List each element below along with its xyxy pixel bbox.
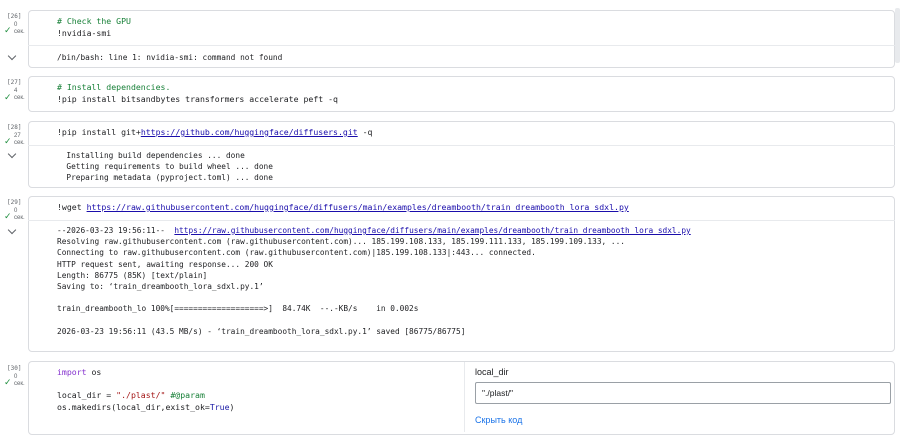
run-duration: 0 сек. [14, 374, 25, 387]
keyword: True [209, 401, 230, 412]
code-line: !nvidia-smi [57, 27, 112, 38]
success-check-icon: ✓ [4, 136, 12, 146]
collapse-output-chevron-icon[interactable] [7, 149, 17, 159]
code-editor[interactable]: # Install dependencies. !pip install bit… [57, 82, 338, 105]
hide-code-link[interactable]: Скрыть код [475, 415, 522, 425]
code-text: !pip install git+ [57, 127, 141, 137]
scrollbar[interactable] [895, 8, 900, 63]
code-text: local_dir = [57, 390, 117, 400]
exec-count: [27] [7, 79, 22, 86]
collapse-output-chevron-icon[interactable] [7, 51, 17, 61]
output-link[interactable]: https://raw.githubusercontent.com/huggin… [174, 226, 690, 235]
success-check-icon: ✓ [4, 92, 12, 102]
script-link[interactable]: https://raw.githubusercontent.com/huggin… [87, 202, 629, 212]
output-divider [28, 45, 895, 46]
code-line: !pip install bitsandbytes transformers a… [57, 93, 338, 104]
exec-count: [29] [7, 199, 22, 206]
collapse-output-chevron-icon[interactable] [7, 225, 17, 235]
code-line: # Check the GPU [57, 16, 131, 26]
form-field-label: local_dir [475, 367, 509, 377]
comment: #@param [165, 390, 205, 400]
run-duration: 0 сек. [14, 208, 25, 221]
code-editor[interactable]: # Check the GPU !nvidia-smi [57, 16, 131, 39]
code-editor[interactable]: !wget https://raw.githubusercontent.com/… [57, 202, 629, 214]
form-separator [464, 362, 465, 432]
local-dir-input[interactable] [475, 382, 891, 404]
code-editor[interactable]: !pip install git+https://github.com/hugg… [57, 127, 373, 139]
cell-output: Installing build dependencies ... done G… [57, 151, 273, 183]
exec-count: [26] [7, 13, 22, 20]
output-divider [28, 145, 895, 146]
success-check-icon: ✓ [4, 25, 12, 35]
success-check-icon: ✓ [4, 211, 12, 221]
run-duration: 4 сек. [14, 88, 25, 101]
code-text: os [86, 367, 102, 377]
code-text: !wget [57, 202, 87, 212]
run-duration: 0 сек. [14, 22, 25, 35]
code-text: ) [229, 401, 235, 412]
keyword: import [57, 367, 87, 377]
exec-count: [30] [7, 365, 22, 372]
cell-output: /bin/bash: line 1: nvidia-smi: command n… [57, 53, 283, 62]
string-literal: "./plast/" [116, 390, 166, 400]
code-text: os.makedirs(local_dir,exist_ok= [57, 401, 210, 412]
code-text: -q [357, 127, 373, 137]
code-editor[interactable]: import os local_dir = "./plast/" #@param… [57, 367, 234, 413]
output-divider [28, 220, 895, 221]
success-check-icon: ✓ [4, 377, 12, 387]
cell-output: --2026-03-23 19:56:11-- https://raw.gith… [57, 226, 691, 336]
exec-count: [28] [7, 124, 22, 131]
code-line: # Install dependencies. [57, 82, 171, 92]
repo-link[interactable]: https://github.com/huggingface/diffusers… [141, 127, 358, 137]
run-duration: 27 сек. [14, 133, 25, 146]
